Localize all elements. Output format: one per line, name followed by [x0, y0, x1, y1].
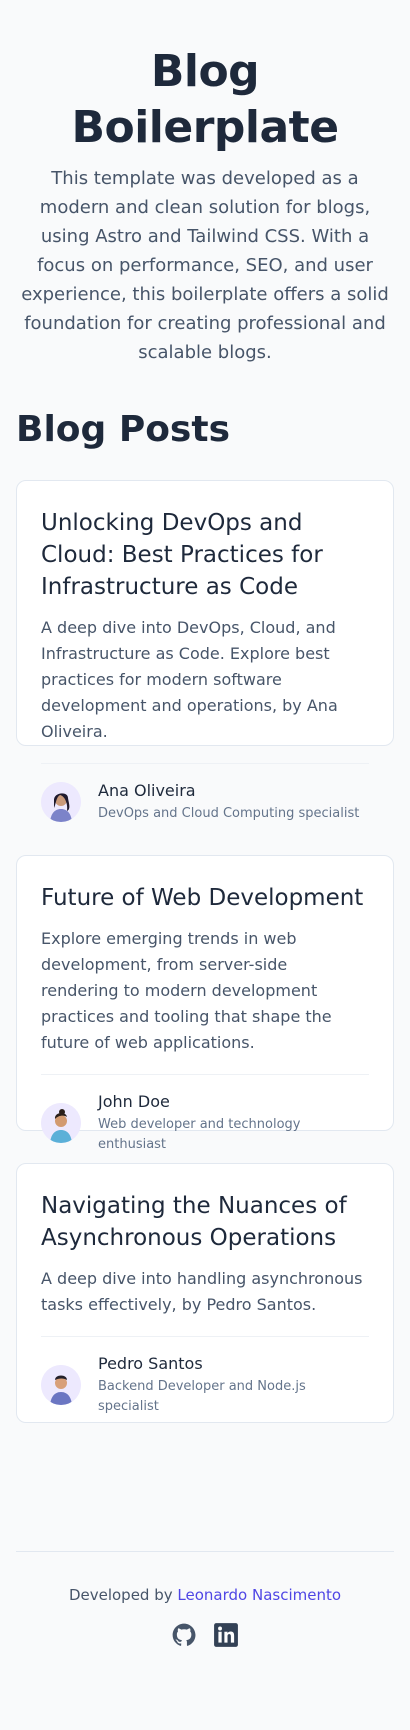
- post-excerpt: A deep dive into handling asynchronous t…: [41, 1269, 363, 1314]
- footer-author-link[interactable]: Leonardo Nascimento: [177, 1586, 341, 1604]
- footer-prefix: Developed by: [68, 1586, 173, 1604]
- author-name: Ana Oliveira: [98, 781, 196, 800]
- footer-credit: Developed by Leonardo Nascimento: [0, 1584, 410, 1606]
- post-card[interactable]: Unlocking DevOps and Cloud: Best Practic…: [16, 480, 394, 822]
- post-title[interactable]: Unlocking DevOps and Cloud: Best Practic…: [41, 507, 369, 603]
- section-title: Blog Posts: [16, 409, 230, 450]
- page: Blog Boilerplate This template was devel…: [0, 0, 410, 1730]
- post-card[interactable]: Navigating the Nuances of Asynchronous O…: [16, 1163, 394, 1423]
- author-name: John Doe: [98, 1092, 170, 1111]
- author-role: Web developer and technology enthusiast: [98, 1117, 301, 1152]
- site-title: Blog Boilerplate: [71, 46, 339, 153]
- post-excerpt: Explore emerging trends in web developme…: [41, 929, 332, 1052]
- github-icon[interactable]: [171, 1622, 197, 1648]
- author-name: Pedro Santos: [98, 1354, 203, 1373]
- site-description: This template was developed as a modern …: [21, 168, 389, 363]
- post-author: Pedro Santos Backend Developer and Node.…: [41, 1337, 369, 1417]
- author-role: Backend Developer and Node.js specialist: [98, 1379, 306, 1414]
- avatar: [41, 1365, 81, 1405]
- avatar: [41, 782, 81, 822]
- footer-divider: [16, 1551, 394, 1552]
- post-excerpt: A deep dive into DevOps, Cloud, and Infr…: [41, 618, 338, 741]
- author-role: DevOps and Cloud Computing specialist: [98, 806, 360, 821]
- post-title[interactable]: Navigating the Nuances of Asynchronous O…: [41, 1190, 369, 1254]
- post-author: John Doe Web developer and technology en…: [41, 1075, 369, 1155]
- social-links: [0, 1622, 410, 1648]
- post-card[interactable]: Future of Web Development Explore emergi…: [16, 855, 394, 1152]
- avatar: [41, 1103, 81, 1143]
- linkedin-icon[interactable]: [213, 1622, 239, 1648]
- post-author: Ana Oliveira DevOps and Cloud Computing …: [41, 764, 369, 824]
- post-title[interactable]: Future of Web Development: [41, 882, 369, 914]
- hero: Blog Boilerplate This template was devel…: [0, 0, 410, 367]
